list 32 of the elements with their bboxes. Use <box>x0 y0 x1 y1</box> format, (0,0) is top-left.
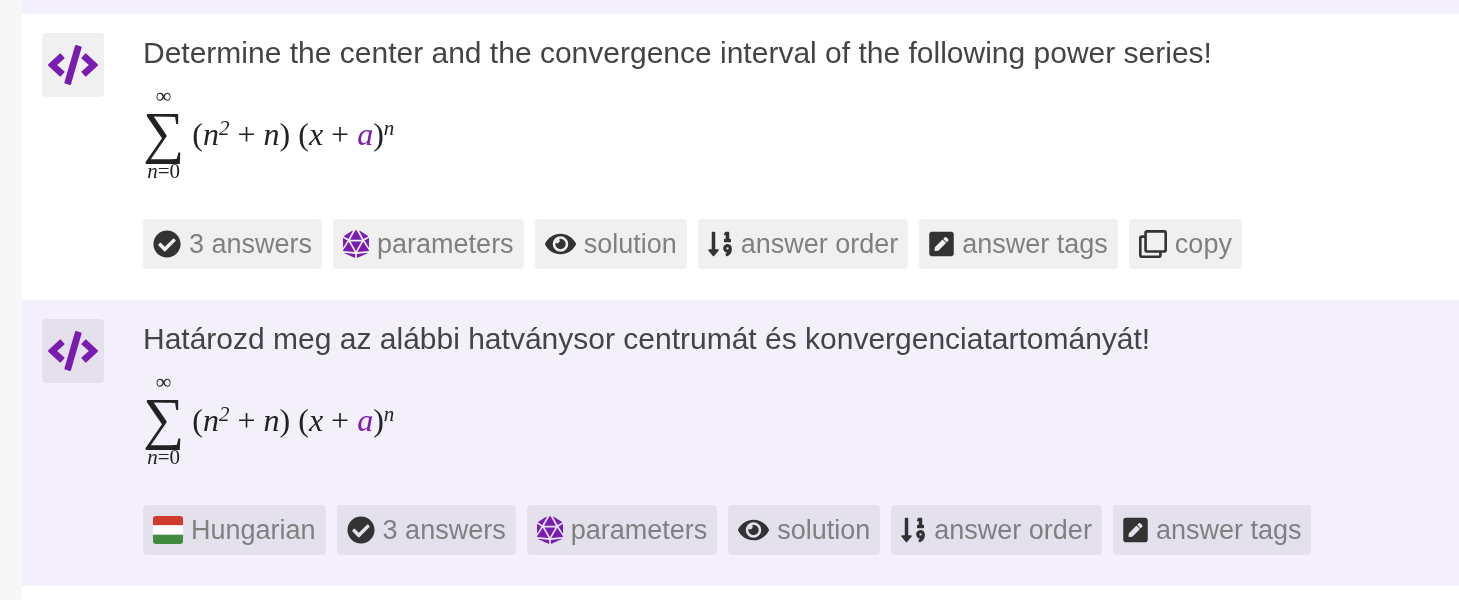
parameter-symbol: a <box>357 402 374 438</box>
parameters-button[interactable]: parameters <box>526 505 718 555</box>
copy-icon <box>1138 230 1167 258</box>
sort-numeric-icon <box>707 230 733 258</box>
formula-term: (n$^{2}$ + n) (x + <box>192 402 351 438</box>
solution-button[interactable]: solution <box>728 505 881 555</box>
question-text: Determine the center and the convergence interval of the following power series! <box>143 35 1213 71</box>
code-icon <box>48 45 98 85</box>
formula-term: (n$^{2}$ + n) (x + <box>192 116 351 152</box>
icosahedron-icon <box>536 516 563 544</box>
parameter-symbol: a <box>357 116 374 152</box>
upper-limit: ∞ <box>155 85 172 107</box>
parameters-button[interactable]: parameters <box>333 219 524 269</box>
answers-button[interactable]: 3 answers <box>336 505 516 555</box>
icosahedron-icon <box>343 230 370 258</box>
answer-tags-button[interactable]: answer tags <box>1112 505 1312 555</box>
answer-order-button[interactable]: answer order <box>891 505 1102 555</box>
question-text: Határozd meg az alábbi hatványsor centrumát és konvergenciatartományát! <box>143 321 1152 357</box>
answer-order-button[interactable]: answer order <box>697 219 909 269</box>
copy-button[interactable]: copy <box>1128 219 1242 269</box>
solution-button[interactable]: solution <box>534 219 687 269</box>
flag-icon <box>153 516 183 544</box>
code-button[interactable] <box>42 33 104 97</box>
answers-button[interactable]: 3 answers <box>143 219 323 269</box>
code-button[interactable] <box>42 319 104 383</box>
code-icon <box>48 331 98 371</box>
language-button[interactable]: Hungarian <box>143 505 326 555</box>
sort-numeric-icon <box>901 516 927 544</box>
answer-tags-button[interactable]: answer tags <box>919 219 1118 269</box>
formula-term: )$^{n}$ <box>373 116 395 152</box>
formula-term: )$^{n}$ <box>373 402 395 438</box>
upper-limit: ∞ <box>155 371 172 393</box>
